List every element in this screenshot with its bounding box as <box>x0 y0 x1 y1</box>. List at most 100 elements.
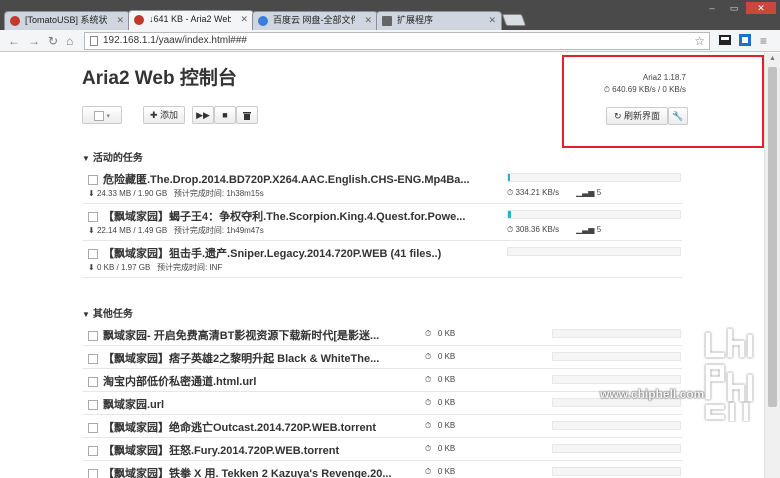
progress-bar <box>552 444 681 453</box>
signal-bars-icon: ▁▃▅ <box>576 225 595 234</box>
active-task-row[interactable]: 【飘域家园】狙击手.遗产.Sniper.Legacy.2014.720P.WEB… <box>82 241 682 278</box>
other-task-row[interactable]: 淘宝内部低价私密通道.html.url ⏱ 0 KB <box>82 369 682 392</box>
active-task-row[interactable]: 【飘域家园】蝎子王4：争权夺利.The.Scorpion.King.4.Ques… <box>82 204 682 241</box>
wrench-icon: 🔧 <box>672 111 684 121</box>
back-icon[interactable]: ← <box>8 33 20 49</box>
task-checkbox[interactable] <box>88 354 98 365</box>
scrollbar-thumb[interactable] <box>768 67 777 407</box>
tab-baidu[interactable]: 百度云 网盘-全部文件 ✕ <box>252 11 378 30</box>
other-task-row[interactable]: 飘域家园- 开启免费高清BT影视资源下载新时代[是影迷... ⏱ 0 KB <box>82 323 682 346</box>
aria2-version: Aria2 1.18.7 <box>642 73 686 82</box>
other-task-row[interactable]: 【飘域家园】铁拳 X 用. Tekken 2 Kazuya's Revenge.… <box>82 461 682 478</box>
task-size: ⏱ 0 KB <box>425 375 456 384</box>
task-checkbox[interactable] <box>88 249 98 260</box>
other-task-row[interactable]: 【飘域家园】狂怒.Fury.2014.720P.WEB.torrent ⏱ 0 … <box>82 438 682 461</box>
task-name: 飘域家园.url <box>88 396 408 412</box>
task-name: 【飘域家园】痞子英雄2之黎明升起 Black & WhiteThe... <box>88 350 408 366</box>
remove-button[interactable] <box>236 106 258 124</box>
caret-down-icon: ▾ <box>106 113 111 120</box>
task-speed: ⏱ 334.21 KB/s <box>507 188 560 197</box>
page-scrollbar[interactable]: ▲ <box>764 53 780 478</box>
refresh-label: 刷新界面 <box>624 111 661 121</box>
tab-close-icon[interactable]: ✕ <box>488 12 496 29</box>
progress-bar <box>507 210 681 219</box>
settings-button[interactable]: 🔧 <box>668 107 688 125</box>
maximize-icon[interactable]: ▭ <box>724 2 744 14</box>
task-checkbox[interactable] <box>88 212 98 223</box>
task-meta: ⬇ 24.33 MB / 1.90 GB 预计完成时间: 1h38m15s <box>88 189 264 198</box>
chiphell-url-watermark: www.chiphell.com <box>600 387 705 401</box>
tomato-favicon-icon <box>10 16 20 26</box>
tab-extensions[interactable]: 扩展程序 ✕ <box>376 11 502 30</box>
fast-forward-icon: ▶▶ <box>196 110 210 120</box>
other-task-row[interactable]: 飘域家园.url ⏱ 0 KB <box>82 392 682 415</box>
download-icon: ⬇ <box>88 226 95 235</box>
start-button[interactable]: ▶▶ <box>192 106 214 124</box>
progress-bar <box>552 352 681 361</box>
address-bar[interactable]: 192.168.1.1/yaaw/index.html### ☆ <box>84 32 710 50</box>
select-all-dropdown[interactable]: ▾ <box>82 106 122 124</box>
tab-close-icon[interactable]: ✕ <box>240 11 248 28</box>
bookmark-star-icon[interactable]: ☆ <box>694 33 705 49</box>
chevron-down-icon: ▼ <box>82 310 90 319</box>
task-checkbox[interactable] <box>88 400 98 411</box>
download-icon: ⬇ <box>88 189 95 198</box>
task-name: 危险藏匿.The.Drop.2014.BD720P.X264.AAC.Engli… <box>88 171 488 187</box>
task-checkbox[interactable] <box>88 175 98 186</box>
page-title: Aria2 Web 控制台 <box>82 68 237 89</box>
add-button[interactable]: ✚ 添加 <box>143 106 185 124</box>
tab-aria2[interactable]: ↓641 KB - Aria2 Web 控制台 ✕ <box>128 10 254 30</box>
clock-icon: ⏱ <box>425 398 432 407</box>
task-name: 【飘域家园】铁拳 X 用. Tekken 2 Kazuya's Revenge.… <box>88 465 408 478</box>
task-checkbox[interactable] <box>88 377 98 388</box>
window-controls: – ▭ ✕ <box>702 2 776 14</box>
tab-label: ↓641 KB - Aria2 Web 控制台 <box>149 14 231 24</box>
browser-toolbar: ← → ↻ ⌂ 192.168.1.1/yaaw/index.html### ☆… <box>0 30 780 52</box>
window-close-icon[interactable]: ✕ <box>746 2 776 14</box>
minimize-icon[interactable]: – <box>702 2 722 14</box>
progress-bar <box>552 421 681 430</box>
clock-icon: ⏱ <box>603 85 613 94</box>
url-text: 192.168.1.1/yaaw/index.html### <box>103 35 247 46</box>
other-section-title[interactable]: ▼ 其他任务 <box>82 305 133 320</box>
progress-fill <box>508 211 511 218</box>
extension-icon[interactable] <box>738 33 752 47</box>
task-checkbox[interactable] <box>88 423 98 434</box>
new-tab-button[interactable] <box>501 14 527 26</box>
tab-tomatousb[interactable]: [TomatoUSB] 系统状态： ✕ <box>4 11 130 30</box>
stop-icon: ■ <box>222 110 228 120</box>
task-checkbox[interactable] <box>88 331 98 342</box>
tomato-favicon-icon <box>134 15 144 25</box>
forward-icon[interactable]: → <box>28 33 40 49</box>
tab-close-icon[interactable]: ✕ <box>116 12 124 29</box>
tab-close-icon[interactable]: ✕ <box>364 12 372 29</box>
task-checkbox[interactable] <box>88 446 98 457</box>
pause-button[interactable]: ■ <box>214 106 236 124</box>
task-checkbox[interactable] <box>88 469 98 478</box>
home-icon[interactable]: ⌂ <box>66 33 73 49</box>
active-task-row[interactable]: 危险藏匿.The.Drop.2014.BD720P.X264.AAC.Engli… <box>82 167 682 204</box>
select-all-checkbox[interactable] <box>93 110 104 121</box>
progress-fill <box>508 174 511 181</box>
active-section-title[interactable]: ▼ 活动的任务 <box>82 149 143 164</box>
puzzle-favicon-icon <box>382 16 392 26</box>
global-stats-panel: Aria2 1.18.7 ⏱ 640.69 KB/s / 0 KB/s ↻ 刷新… <box>562 55 764 148</box>
other-task-row[interactable]: 【飘域家园】绝命逃亡Outcast.2014.720P.WEB.torrent … <box>82 415 682 438</box>
tab-strip: [TomatoUSB] 系统状态： ✕ ↓641 KB - Aria2 Web … <box>0 0 780 30</box>
add-button-label: 添加 <box>160 110 179 120</box>
reload-icon[interactable]: ↻ <box>48 33 58 49</box>
page-icon <box>90 36 98 46</box>
refresh-button[interactable]: ↻ 刷新界面 <box>606 107 668 125</box>
task-meta: ⬇ 0 KB / 1.97 GB 预计完成时间: INF <box>88 263 223 272</box>
clock-icon: ⏱ <box>425 444 432 453</box>
task-size: ⏱ 0 KB <box>425 398 456 407</box>
scroll-up-icon[interactable]: ▲ <box>769 55 776 62</box>
chevron-down-icon: ▼ <box>82 154 90 163</box>
other-task-row[interactable]: 【飘域家园】痞子英雄2之黎明升起 Black & WhiteThe... ⏱ 0… <box>82 346 682 369</box>
global-speed: ⏱ 640.69 KB/s / 0 KB/s <box>603 85 686 94</box>
task-meta: ⬇ 22.14 MB / 1.49 GB 预计完成时间: 1h49m47s <box>88 226 264 235</box>
refresh-icon: ↻ <box>613 111 622 121</box>
extension-icon[interactable] <box>718 33 732 47</box>
menu-icon[interactable]: ≡ <box>760 33 767 49</box>
tab-label: 扩展程序 <box>397 15 434 25</box>
